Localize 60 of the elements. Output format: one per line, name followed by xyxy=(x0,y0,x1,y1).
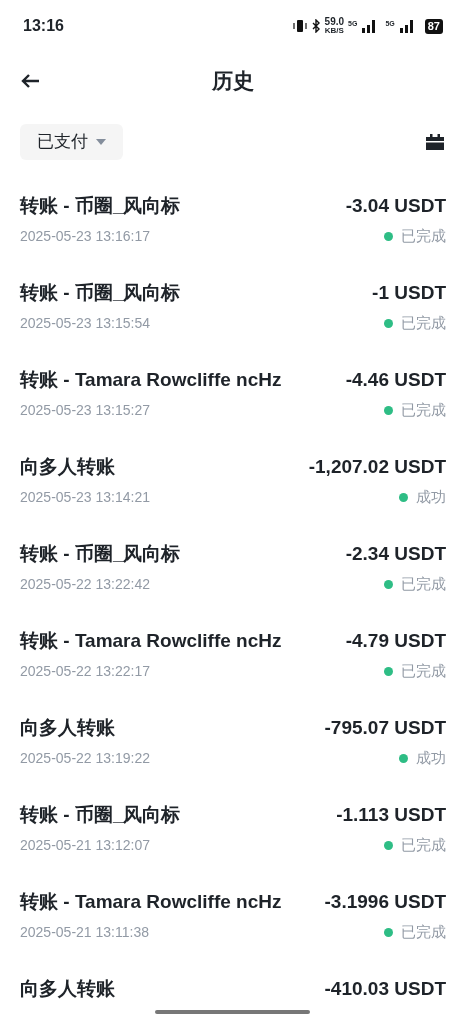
transaction-amount: -4.79 USDT xyxy=(345,628,446,653)
transaction-amount: -795.07 USDT xyxy=(324,715,446,740)
transaction-row[interactable]: 转账 - 币圈_风向标 -3.04 USDT 2025-05-23 13:16:17 已完成 xyxy=(0,179,466,266)
transaction-row[interactable]: 转账 - 币圈_风向标 -1.113 USDT 2025-05-21 13:12:07 已完成 xyxy=(0,788,466,875)
transaction-title: 向多人转账 xyxy=(20,454,115,479)
status-label: 已完成 xyxy=(401,660,446,681)
signal-icon xyxy=(398,19,415,33)
transaction-row[interactable]: 转账 - Tamara Rowcliffe ncHz -4.46 USDT 2025-05-23 13:15:27 已完成 xyxy=(0,353,466,440)
status-label: 成功 xyxy=(416,486,446,507)
transaction-title: 转账 - Tamara Rowcliffe ncHz xyxy=(20,628,282,653)
transaction-row[interactable]: 向多人转账 -795.07 USDT 2025-05-22 13:19:22 成功 xyxy=(0,701,466,788)
signal-icon xyxy=(361,19,378,33)
status-label: 已完成 xyxy=(401,834,446,855)
transaction-title: 转账 - Tamara Rowcliffe ncHz xyxy=(20,367,282,392)
transaction-amount: -4.46 USDT xyxy=(345,367,446,392)
status-label: 已完成 xyxy=(401,225,446,246)
transaction-time: 2025-05-23 13:14:21 xyxy=(20,487,150,507)
transaction-time: 2025-05-23 13:15:54 xyxy=(20,313,150,333)
status-label: 已完成 xyxy=(401,921,446,942)
transaction-title: 转账 - 币圈_风向标 xyxy=(20,802,181,827)
transaction-time: 2025-05-22 13:22:42 xyxy=(20,574,150,594)
status-label: 成功 xyxy=(416,747,446,768)
calendar-button[interactable] xyxy=(425,132,445,152)
transaction-amount: -1,207.02 USDT xyxy=(308,454,446,479)
transaction-amount: -410.03 USDT xyxy=(324,976,446,1001)
status-filter-dropdown[interactable]: 已支付 xyxy=(20,124,123,160)
vibrate-icon xyxy=(292,19,307,33)
transaction-amount: -1 USDT xyxy=(372,280,446,305)
transaction-amount: -3.1996 USDT xyxy=(324,889,446,914)
transaction-time: 2025-05-22 13:19:22 xyxy=(20,748,150,768)
caret-icon xyxy=(96,138,106,146)
transaction-title: 转账 - 币圈_风向标 xyxy=(20,193,181,218)
transaction-row[interactable]: 转账 - Tamara Rowcliffe ncHz -4.79 USDT 2025-05-22 13:22:17 已完成 xyxy=(0,614,466,701)
transaction-time: 2025-05-21 13:11:38 xyxy=(20,922,149,942)
transaction-row[interactable]: 向多人转账 -1,207.02 USDT 2025-05-23 13:14:21 成功 xyxy=(0,440,466,527)
battery-level: 87 xyxy=(424,18,443,34)
transaction-amount: -2.34 USDT xyxy=(345,541,446,566)
status-label: 已完成 xyxy=(401,399,446,420)
network-speed: 59.0 xyxy=(324,17,345,27)
transaction-row[interactable]: 转账 - Tamara Rowcliffe ncHz -3.1996 USDT 2025-05-21 13:11:38 已完成 xyxy=(0,875,466,962)
transaction-title: 向多人转账 xyxy=(20,976,115,1001)
transaction-amount: -3.04 USDT xyxy=(345,193,446,218)
transaction-title: 转账 - 币圈_风向标 xyxy=(20,280,181,305)
transaction-amount: -1.113 USDT xyxy=(336,802,446,827)
transaction-row[interactable]: 转账 - 币圈_风向标 -2.34 USDT 2025-05-22 13:22:42 已完成 xyxy=(0,527,466,614)
status-label: 已完成 xyxy=(401,573,446,594)
transaction-title: 转账 - Tamara Rowcliffe ncHz xyxy=(20,889,282,914)
transaction-time: 2025-05-21 13:12:07 xyxy=(20,835,150,855)
transaction-time: 2025-05-22 13:22:17 xyxy=(20,661,150,681)
bluetooth-icon xyxy=(310,19,321,33)
transaction-row[interactable]: 转账 - 币圈_风向标 -1 USDT 2025-05-23 13:15:54 已完成 xyxy=(0,266,466,353)
transaction-title: 转账 - 币圈_风向标 xyxy=(20,541,181,566)
transaction-time: 2025-05-23 13:15:27 xyxy=(20,400,150,420)
page-title: 历史 xyxy=(212,68,254,95)
transaction-row[interactable]: 向多人转账 -410.03 USDT xyxy=(0,962,466,1021)
status-label: 已完成 xyxy=(401,312,446,333)
speed-unit: KB/S xyxy=(324,27,344,35)
status-time: 13:16 xyxy=(23,16,64,36)
transaction-title: 向多人转账 xyxy=(20,715,115,740)
transaction-time: 2025-05-23 13:16:17 xyxy=(20,226,150,246)
